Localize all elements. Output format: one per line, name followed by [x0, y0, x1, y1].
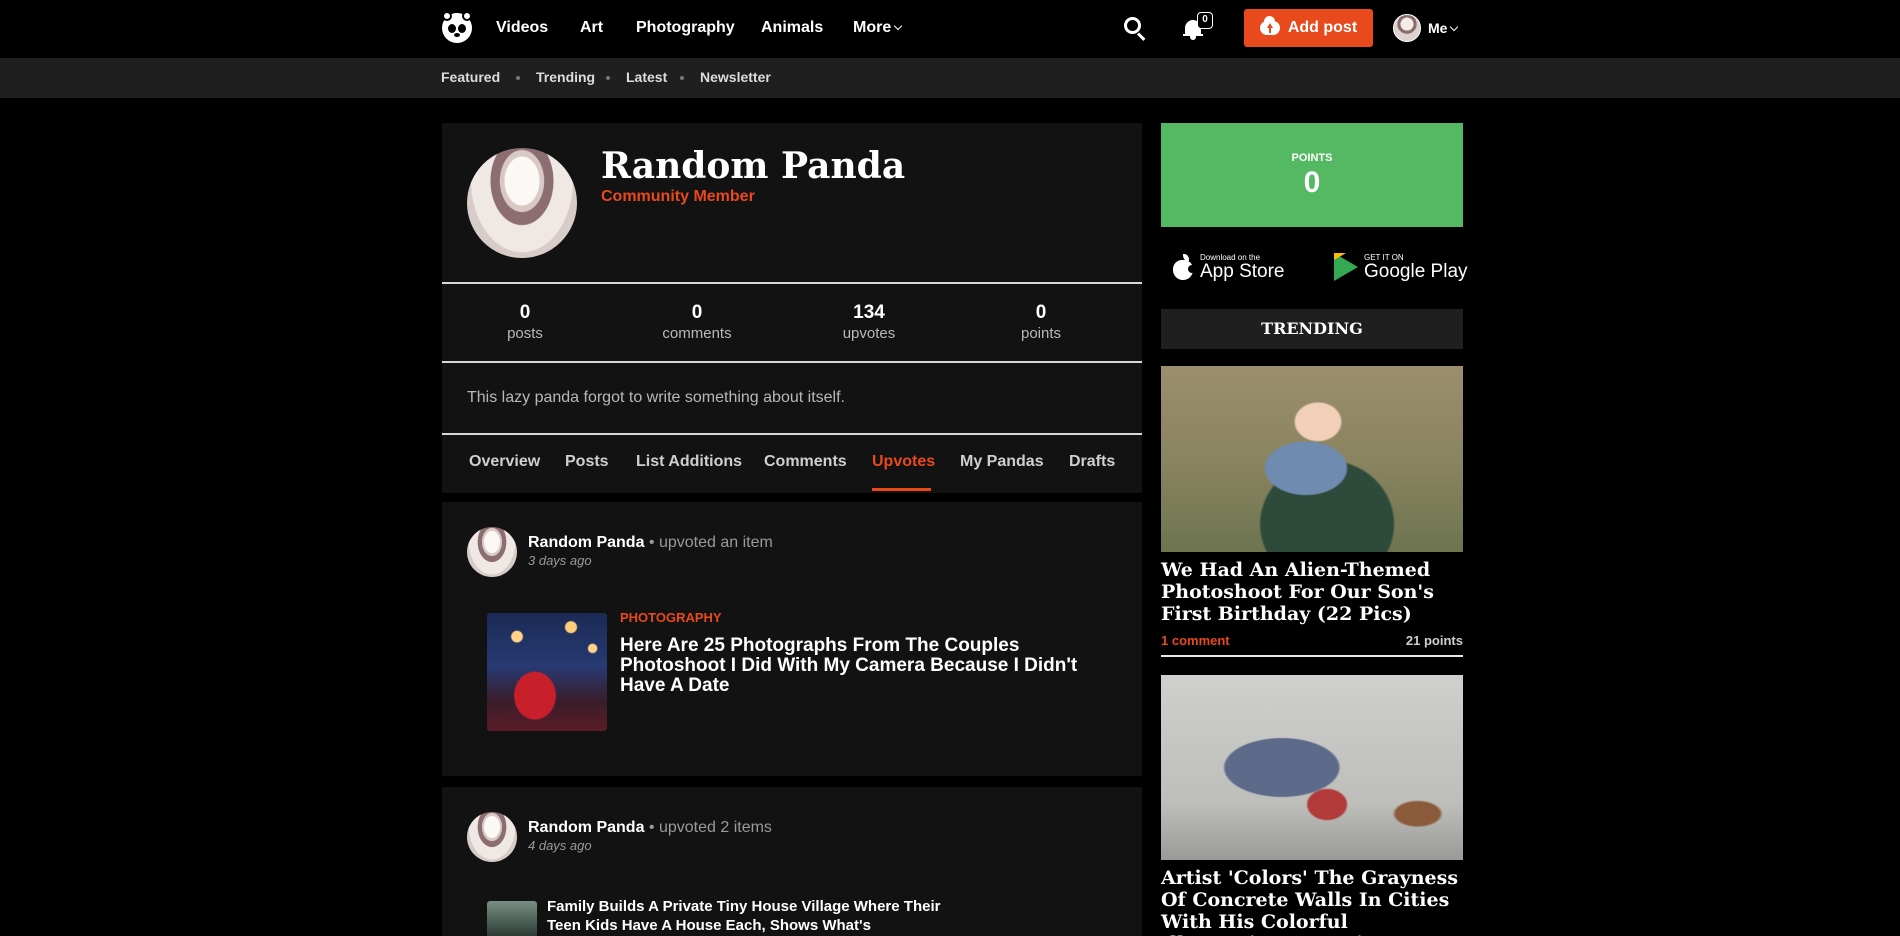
panda-logo-icon[interactable]: [442, 11, 472, 43]
active-tab-indicator: [872, 488, 931, 491]
activity-avatar[interactable]: [467, 527, 517, 577]
nav-link-more-label: More: [853, 19, 892, 36]
nav-link-art[interactable]: Art: [580, 19, 603, 37]
activity-user-link[interactable]: Random Panda: [528, 534, 644, 551]
google-play-badge[interactable]: GET IT ON Google Play: [1334, 250, 1468, 284]
subnav-latest[interactable]: Latest: [626, 69, 667, 85]
search-icon[interactable]: [1124, 17, 1148, 41]
tab-upvotes[interactable]: Upvotes: [872, 453, 935, 471]
activity-time: 4 days ago: [528, 838, 592, 853]
stat-value: 0: [1035, 302, 1047, 323]
activity-verb: • upvoted 2 items: [648, 819, 772, 836]
points-label: POINTS: [1291, 152, 1333, 164]
divider: [1161, 655, 1463, 657]
add-post-button[interactable]: Add post: [1244, 9, 1373, 47]
trending-thumbnail[interactable]: [1161, 675, 1463, 860]
activity-verb: • upvoted an item: [648, 534, 773, 551]
stat-posts[interactable]: 0 posts: [465, 302, 585, 342]
add-post-label: Add post: [1287, 19, 1358, 36]
trending-thumbnail[interactable]: [1161, 366, 1463, 552]
profile-avatar: [467, 148, 577, 258]
apple-icon: [1172, 254, 1196, 280]
nav-link-photography[interactable]: Photography: [636, 19, 735, 37]
trending-title-link[interactable]: Artist 'Colors' The Grayness Of Concrete…: [1161, 867, 1463, 936]
trending-comments-link[interactable]: 1 comment: [1161, 633, 1230, 648]
trending-header: TRENDING: [1161, 309, 1463, 349]
separator-dot: [606, 76, 610, 80]
tab-drafts[interactable]: Drafts: [1069, 453, 1115, 471]
separator-dot: [680, 76, 684, 80]
sub-navbar: Featured Trending Latest Newsletter: [0, 58, 1900, 98]
trending-title-link[interactable]: We Had An Alien-Themed Photoshoot For Ou…: [1161, 559, 1463, 625]
top-navbar: Videos Art Photography Animals More 0 Ad…: [0, 0, 1900, 58]
divider: [442, 433, 1142, 435]
tab-list-additions[interactable]: List Additions: [636, 453, 742, 471]
divider: [442, 282, 1142, 284]
user-avatar[interactable]: [1393, 14, 1421, 42]
tab-overview[interactable]: Overview: [469, 453, 540, 471]
activity-time: 3 days ago: [528, 553, 592, 568]
stat-upvotes[interactable]: 134 upvotes: [809, 302, 929, 342]
activity-header: Random Panda • upvoted an item: [528, 534, 773, 552]
item-title-link[interactable]: Family Builds A Private Tiny House Villa…: [547, 897, 947, 935]
tab-posts[interactable]: Posts: [565, 453, 609, 471]
nav-link-more[interactable]: More: [853, 19, 903, 37]
stat-points[interactable]: 0 points: [981, 302, 1101, 342]
item-title-link[interactable]: Here Are 25 Photographs From The Couples…: [620, 636, 1090, 696]
subnav-featured[interactable]: Featured: [441, 69, 500, 85]
item-category[interactable]: PHOTOGRAPHY: [620, 610, 722, 625]
profile-bio: This lazy panda forgot to write somethin…: [467, 389, 845, 406]
stat-value: 0: [519, 302, 531, 323]
separator-dot: [516, 76, 520, 80]
chevron-down-icon: [893, 21, 903, 31]
nav-link-videos[interactable]: Videos: [496, 19, 548, 37]
activity-avatar[interactable]: [467, 812, 517, 862]
chevron-down-icon: [1450, 22, 1459, 32]
divider: [442, 361, 1142, 363]
points-value: 0: [1303, 166, 1321, 199]
stat-comments[interactable]: 0 comments: [637, 302, 757, 342]
subnav-newsletter[interactable]: Newsletter: [700, 69, 771, 85]
stat-value: 0: [691, 302, 703, 323]
item-thumbnail[interactable]: [487, 901, 537, 936]
app-store-big-text: App Store: [1200, 260, 1285, 282]
user-menu[interactable]: Me: [1428, 20, 1459, 36]
nav-link-animals[interactable]: Animals: [761, 19, 823, 37]
cloud-upload-icon: [1259, 16, 1280, 35]
tab-my-pandas[interactable]: My Pandas: [960, 453, 1044, 471]
user-menu-label: Me: [1428, 20, 1448, 36]
trending-points: 21 points: [1405, 633, 1463, 648]
google-play-icon: [1334, 253, 1358, 281]
activity-header: Random Panda • upvoted 2 items: [528, 819, 772, 837]
points-box: POINTS 0: [1161, 123, 1463, 227]
stat-label: upvotes: [842, 325, 896, 342]
trending-meta: 1 comment 21 points: [1161, 633, 1463, 648]
stat-value: 134: [853, 302, 885, 323]
stat-label: points: [1020, 325, 1062, 342]
item-thumbnail[interactable]: [487, 613, 607, 731]
subnav-trending[interactable]: Trending: [536, 69, 595, 85]
google-play-big-text: Google Play: [1364, 260, 1468, 282]
notification-count-badge: 0: [1197, 12, 1213, 29]
app-store-badge[interactable]: Download on the App Store: [1172, 250, 1285, 284]
profile-name: Random Panda: [601, 145, 906, 187]
profile-role: Community Member: [601, 188, 755, 205]
activity-user-link[interactable]: Random Panda: [528, 819, 644, 836]
stat-label: posts: [507, 325, 543, 342]
stat-label: comments: [662, 325, 732, 342]
tab-comments[interactable]: Comments: [764, 453, 847, 471]
